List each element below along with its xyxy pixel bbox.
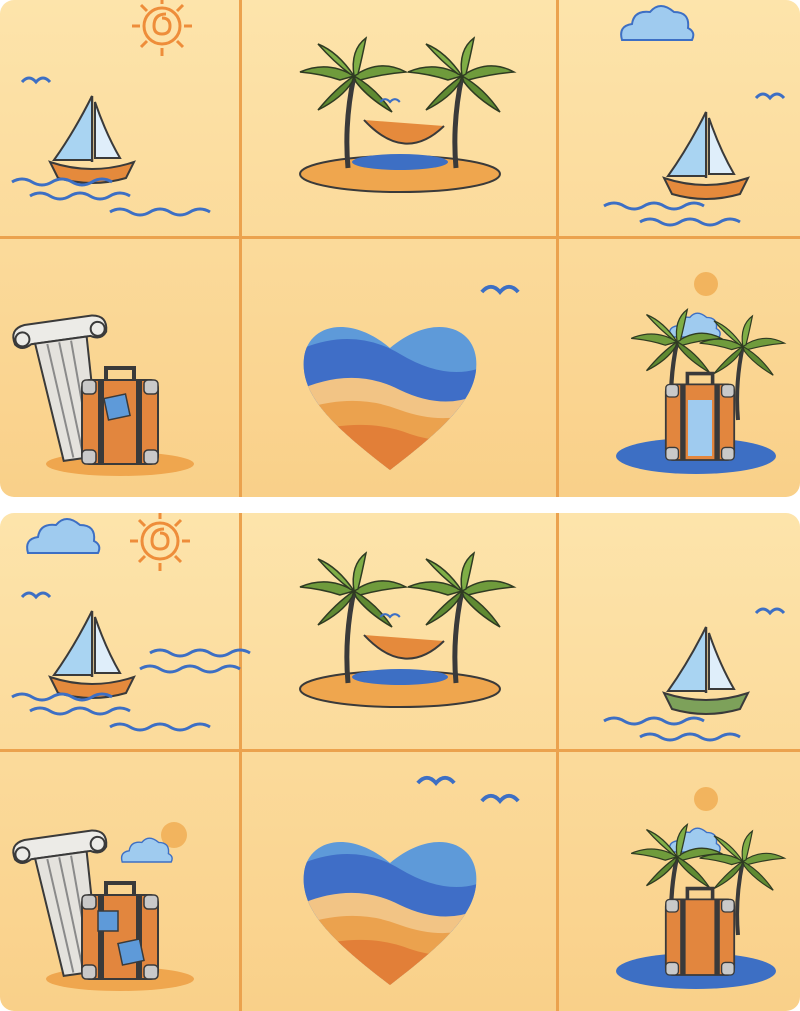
waves-icon (108, 722, 212, 732)
palm-tree-icon[interactable] (408, 38, 514, 168)
tile-column-suitcase[interactable] (10, 312, 194, 476)
sailboat-icon[interactable] (48, 94, 136, 185)
waves-icon (602, 716, 706, 726)
tile-column-suitcase[interactable] (10, 822, 194, 991)
sticker-icon[interactable] (103, 393, 131, 421)
palm-tree-icon[interactable] (408, 553, 514, 683)
sailboat-icon[interactable] (662, 110, 750, 201)
tile-palm-suitcase[interactable] (616, 787, 784, 989)
top-panel[interactable] (0, 0, 800, 497)
hammock-icon[interactable] (363, 119, 445, 145)
sun-icon[interactable] (130, 0, 194, 58)
gull-icon[interactable] (479, 793, 521, 803)
waves-icon (638, 732, 742, 742)
water-icon (352, 669, 448, 685)
sticker-icon[interactable] (97, 910, 119, 932)
hammock-icon[interactable] (363, 634, 445, 660)
tile-sailboat[interactable] (602, 5, 786, 227)
tile-palm-suitcase[interactable] (616, 272, 784, 474)
window-icon (688, 400, 712, 456)
waves-icon (108, 207, 212, 217)
bottom-panel[interactable] (0, 513, 800, 1011)
gull-icon[interactable] (479, 284, 521, 294)
gull-icon[interactable] (20, 76, 52, 84)
gull-icon[interactable] (754, 607, 786, 615)
suitcase-icon[interactable] (80, 881, 160, 981)
waves-icon (148, 648, 252, 658)
sun-icon[interactable] (694, 787, 718, 811)
sticker-icon[interactable] (117, 938, 145, 966)
waves-icon (638, 217, 742, 227)
tile-heart-beach[interactable] (290, 775, 521, 999)
cloud-icon[interactable] (26, 518, 101, 554)
water-icon (352, 154, 448, 170)
waves-icon (602, 201, 706, 211)
gull-icon[interactable] (415, 775, 457, 785)
waves-icon (138, 664, 242, 674)
gull-icon[interactable] (20, 591, 52, 599)
heart-icon[interactable] (290, 304, 490, 484)
tile-palm-hammock[interactable] (300, 38, 514, 193)
suitcase-icon[interactable] (663, 886, 737, 977)
waves-icon (28, 706, 132, 716)
cloud-icon[interactable] (620, 5, 695, 41)
tile-sailboat[interactable] (602, 607, 786, 742)
heart-icon[interactable] (290, 819, 490, 999)
tile-sailboat[interactable] (10, 0, 212, 217)
tile-palm-hammock[interactable] (300, 553, 514, 708)
sun-icon[interactable] (128, 513, 192, 573)
sailboat-icon[interactable] (48, 609, 136, 700)
tile-sailboat[interactable] (10, 513, 252, 732)
sailboat-icon[interactable] (662, 626, 750, 715)
waves-icon (28, 191, 132, 201)
sun-icon[interactable] (694, 272, 718, 296)
gull-icon[interactable] (754, 92, 786, 100)
tile-heart-beach[interactable] (290, 284, 521, 484)
